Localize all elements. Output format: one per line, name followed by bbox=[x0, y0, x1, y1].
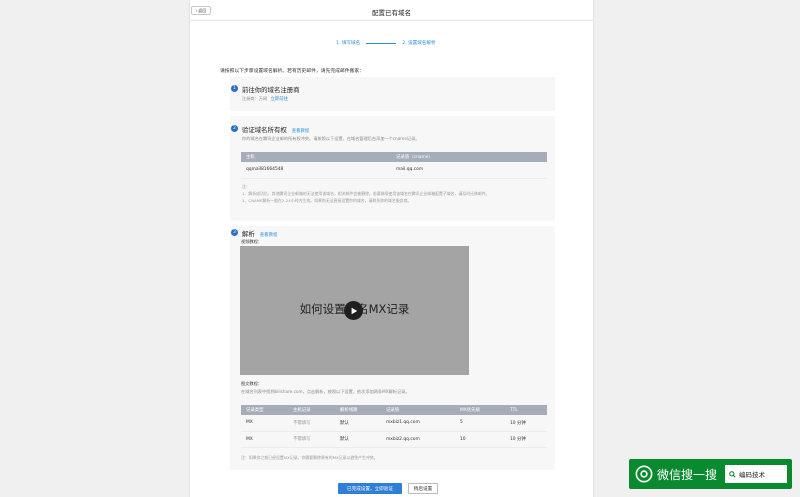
watermark-search-box: 编码技术 bbox=[725, 465, 788, 483]
cell-cname: mail.qq.com bbox=[391, 162, 547, 179]
col-ttl: TTL bbox=[505, 405, 547, 415]
watermark-query: 编码技术 bbox=[739, 471, 766, 479]
mx-footnote: 注：如果你之前已经设置MX记录，你需要删除原有的MX记录以避免产生冲突。 bbox=[241, 455, 378, 460]
verify-desc: 你的域名在腾讯企业邮的所有权冲突。请按照以下设置，在域名管理后台添加一个cnam… bbox=[242, 136, 420, 141]
cell-line: 默认 bbox=[335, 415, 381, 432]
later-button[interactable]: 稍后设置 bbox=[408, 483, 438, 494]
wechat-search-logo bbox=[635, 465, 653, 483]
header-divider bbox=[189, 20, 594, 21]
video-player[interactable]: 如何设置域名MX记录 bbox=[240, 246, 469, 375]
cell-host: 不需填写 bbox=[288, 415, 335, 432]
col-value: 记录值 bbox=[381, 405, 455, 415]
verify-note: 注： 1、解析成功后，其他腾讯企业邮箱的无法使用该域名，相关邮件会被删除。若要继… bbox=[242, 183, 490, 204]
table-header-row: 主机 记录值（cname） bbox=[241, 152, 547, 162]
verify-tutorial-link[interactable]: 查看教程 bbox=[292, 129, 310, 134]
resolve-tutorial-link[interactable]: 查看教程 bbox=[260, 233, 278, 238]
col-priority: MX优先级 bbox=[455, 405, 505, 415]
section1-title: 前往你的域名注册商 bbox=[242, 86, 300, 94]
col-type: 记录类型 bbox=[241, 405, 288, 415]
registrar-line: 注册商：万网 立即前往 bbox=[242, 96, 288, 102]
step-number-1: 1 bbox=[231, 85, 238, 92]
table-header-row: 记录类型 主机记录 解析线路 记录值 MX优先级 TTL bbox=[241, 405, 547, 415]
video-label: 视频教程： bbox=[241, 239, 262, 244]
note-title: 注： bbox=[242, 184, 250, 189]
text-tutorial-label: 图文教程： bbox=[241, 381, 262, 386]
go-registrar-link[interactable]: 立即前往 bbox=[271, 97, 289, 102]
section3-title-wrap: 解析 查看教程 bbox=[242, 229, 277, 238]
cell-priority: 10 bbox=[455, 431, 505, 448]
play-icon bbox=[351, 307, 357, 314]
col-host: 主机记录 bbox=[288, 405, 335, 415]
cell-priority: 5 bbox=[455, 415, 505, 432]
intro-text: 请按照以下步骤设置域名解析。若有历史邮件，请先完成邮件搬家： bbox=[220, 69, 364, 74]
cell-type: MX bbox=[241, 431, 288, 448]
col-line: 解析线路 bbox=[335, 405, 381, 415]
step-connector bbox=[366, 42, 397, 44]
cell-host: qqmail81664548 bbox=[241, 162, 391, 179]
watermark-brand: 微信搜一搜 bbox=[657, 467, 718, 482]
section2-title-wrap: 验证域名所有权 查看教程 bbox=[242, 125, 309, 134]
step-number-2: 2 bbox=[231, 125, 238, 132]
table-row: qqmail81664548 mail.qq.com bbox=[241, 162, 547, 179]
play-button[interactable] bbox=[344, 301, 363, 320]
note-line-1: 1、解析成功后，其他腾讯企业邮箱的无法使用该域名，相关邮件会被删除。若要继续使用… bbox=[242, 191, 490, 196]
cell-line: 默认 bbox=[335, 431, 381, 448]
registrar-label: 注册商： bbox=[242, 96, 259, 101]
step-2: 2. 设置域名解析 bbox=[402, 41, 436, 46]
search-icon bbox=[729, 470, 736, 478]
section-registrar bbox=[230, 77, 555, 111]
cell-value: mxbiz1.qq.com bbox=[381, 415, 455, 432]
table-row: MX 不需填写 默认 mxbiz2.qq.com 10 10 分钟 bbox=[241, 431, 547, 448]
registrar-value: 万网 bbox=[258, 96, 268, 101]
cell-type: MX bbox=[241, 415, 288, 432]
col-host: 主机 bbox=[241, 152, 391, 162]
step-indicator: 1. 填写域名 2. 设置域名解析 bbox=[336, 40, 436, 46]
cell-value: mxbiz2.qq.com bbox=[381, 431, 455, 448]
section3-title: 解析 bbox=[242, 230, 255, 238]
step-1: 1. 填写域名 bbox=[336, 41, 361, 46]
cname-table: 主机 记录值（cname） qqmail81664548 mail.qq.com bbox=[241, 152, 547, 179]
note-line-2: 2、CNAME解析一般在2-24小时内生效。如果你无法直接设置你的域名，请联系你… bbox=[242, 198, 412, 203]
section2-title: 验证域名所有权 bbox=[242, 126, 287, 134]
cell-host: 不需填写 bbox=[288, 431, 335, 448]
cell-ttl: 10 分钟 bbox=[505, 431, 547, 448]
cell-ttl: 10 分钟 bbox=[505, 415, 547, 432]
mx-table: 记录类型 主机记录 解析线路 记录值 MX优先级 TTL MX 不需填写 默认 … bbox=[241, 405, 547, 448]
col-cname: 记录值（cname） bbox=[391, 152, 547, 162]
step-number-3: 3 bbox=[231, 229, 238, 236]
text-tutorial-desc: 在域名列表中找到bilishare.com，点击解析，按照以下设置，依次添加两条… bbox=[241, 389, 410, 394]
wechat-search-watermark: 微信搜一搜 编码技术 bbox=[629, 459, 792, 489]
page-title: 配置已有域名 bbox=[372, 9, 411, 17]
table-row: MX 不需填写 默认 mxbiz1.qq.com 5 10 分钟 bbox=[241, 415, 547, 432]
verify-now-button[interactable]: 已完成设置，立即验证 bbox=[338, 483, 402, 494]
